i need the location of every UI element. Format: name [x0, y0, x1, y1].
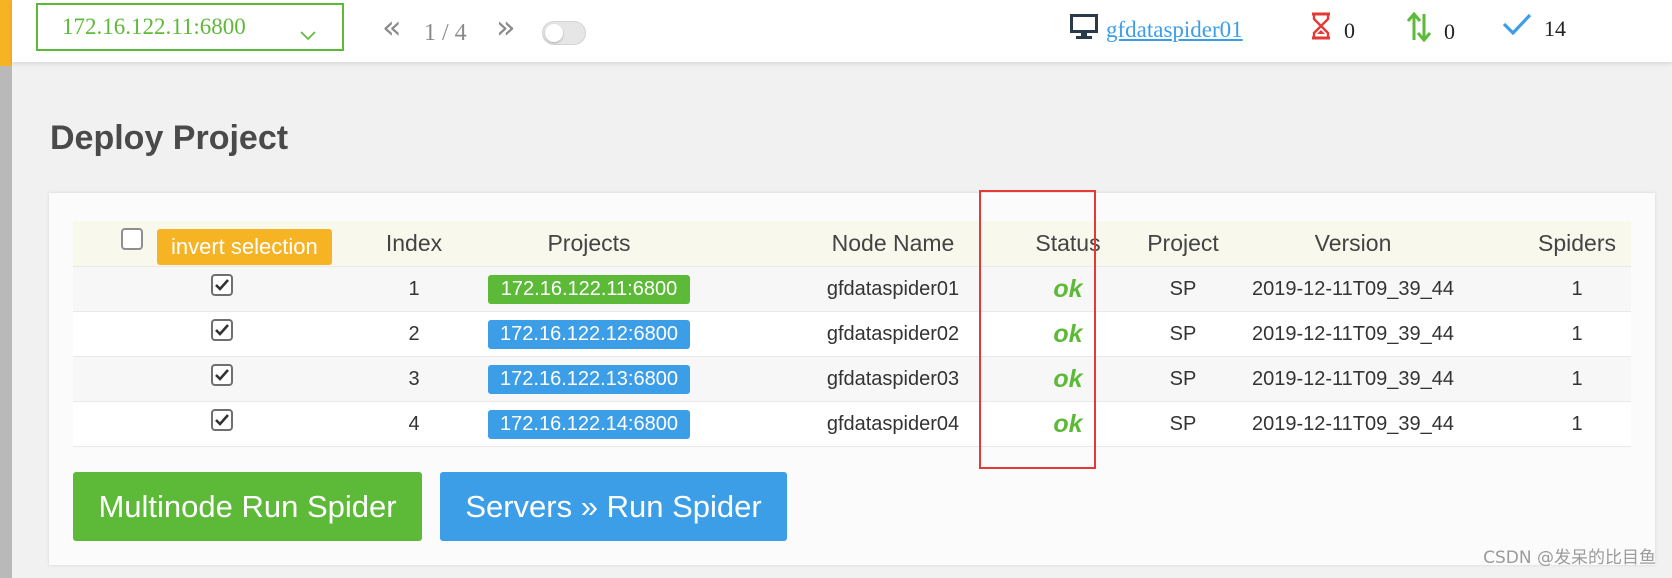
hostname-text: gfdataspider01 [1106, 17, 1243, 42]
auto-refresh-toggle[interactable] [542, 21, 586, 45]
row-version: 2019-12-11T09_39_44 [1251, 277, 1455, 300]
row-node-name: gfdataspider03 [826, 367, 960, 390]
node-select-dropdown[interactable]: 172.16.122.11:6800 [36, 3, 344, 51]
checkmark-icon [215, 279, 229, 291]
finished-count: 14 [1502, 12, 1566, 42]
status-ok: ok [1053, 274, 1083, 303]
select-all-checkbox[interactable] [121, 227, 143, 250]
checkmark-icon [215, 369, 229, 381]
invert-selection-button[interactable]: invert selection [157, 229, 332, 265]
pending-count-value: 0 [1344, 18, 1355, 43]
deploy-table: invert selection Index Projects Node Nam… [73, 221, 1631, 447]
checkmark-icon [215, 324, 229, 336]
header-node-name: Node Name [831, 230, 955, 256]
row-server-cell: 172.16.122.11:6800 [479, 267, 699, 311]
row-status-cell: ok [1013, 402, 1123, 446]
row-index: 2 [408, 322, 420, 345]
row-project: SP [1169, 412, 1197, 435]
row-node-name: gfdataspider02 [826, 322, 960, 345]
header-spiders: Spiders [1538, 230, 1616, 256]
checkmark-icon [215, 414, 229, 426]
row-server-cell: 172.16.122.13:6800 [479, 357, 699, 401]
row-version: 2019-12-11T09_39_44 [1251, 322, 1455, 345]
status-ok: ok [1053, 319, 1083, 348]
row-index: 1 [408, 277, 420, 300]
hostname-link[interactable]: gfdataspider01 [1070, 14, 1243, 46]
pager-text: 1 / 4 [424, 20, 467, 46]
table-row: 2 172.16.122.12:6800 gfdataspider02 ok S… [73, 312, 1631, 357]
running-count-value: 0 [1444, 19, 1455, 44]
table-header-row: invert selection Index Projects Node Nam… [73, 221, 1631, 267]
server-tag[interactable]: 172.16.122.11:6800 [488, 274, 690, 304]
server-tag[interactable]: 172.16.122.12:6800 [488, 319, 690, 349]
row-status-cell: ok [1013, 312, 1123, 356]
table-row: 1 172.16.122.11:6800 gfdataspider01 ok S… [73, 267, 1631, 312]
row-node-name: gfdataspider04 [826, 412, 960, 435]
row-checkbox[interactable] [211, 364, 233, 386]
page-title: Deploy Project [50, 119, 289, 157]
header-index: Index [385, 230, 443, 256]
pager-next-button[interactable]: » [496, 11, 516, 43]
servers-run-spider-button[interactable]: Servers » Run Spider [440, 472, 787, 541]
row-spiders: 1 [1571, 412, 1583, 435]
monitor-icon [1070, 14, 1098, 46]
server-tag[interactable]: 172.16.122.14:6800 [488, 409, 690, 439]
header-project: Project [1147, 230, 1219, 256]
left-edge-strip [0, 0, 12, 578]
row-version: 2019-12-11T09_39_44 [1251, 412, 1455, 435]
check-icon [1502, 12, 1532, 42]
top-bar: 172.16.122.11:6800 « 1 / 4 » gfdataspide… [12, 0, 1672, 62]
row-status-cell: ok [1013, 357, 1123, 401]
row-checkbox[interactable] [211, 274, 233, 296]
pager-prev-button[interactable]: « [382, 11, 402, 43]
table-row: 3 172.16.122.13:6800 gfdataspider03 ok S… [73, 357, 1631, 402]
row-index: 3 [408, 367, 420, 390]
chevron-down-icon [300, 21, 316, 47]
row-project: SP [1169, 277, 1197, 300]
row-spiders: 1 [1571, 322, 1583, 345]
hourglass-icon [1310, 12, 1332, 46]
row-project: SP [1169, 322, 1197, 345]
row-project: SP [1169, 367, 1197, 390]
multinode-run-spider-button[interactable]: Multinode Run Spider [73, 472, 422, 541]
table-row: 4 172.16.122.14:6800 gfdataspider04 ok S… [73, 402, 1631, 447]
header-version: Version [1314, 230, 1392, 256]
row-spiders: 1 [1571, 367, 1583, 390]
status-ok: ok [1053, 409, 1083, 438]
finished-count-value: 14 [1544, 16, 1566, 41]
status-ok: ok [1053, 364, 1083, 393]
row-index: 4 [408, 412, 420, 435]
toggle-knob [545, 24, 563, 42]
left-edge-accent [0, 0, 12, 66]
row-server-cell: 172.16.122.12:6800 [479, 312, 699, 356]
row-checkbox[interactable] [211, 319, 233, 341]
header-projects: Projects [547, 230, 631, 256]
row-node-name: gfdataspider01 [826, 277, 960, 300]
row-version: 2019-12-11T09_39_44 [1251, 367, 1455, 390]
watermark: CSDN @发呆的比目鱼 [1483, 548, 1656, 568]
server-tag[interactable]: 172.16.122.13:6800 [488, 364, 690, 394]
row-checkbox[interactable] [211, 409, 233, 431]
pending-count: 0 [1310, 12, 1355, 46]
row-server-cell: 172.16.122.14:6800 [479, 402, 699, 446]
sort-arrows-icon [1406, 11, 1432, 48]
running-count: 0 [1406, 11, 1455, 48]
node-select-value: 172.16.122.11:6800 [62, 14, 246, 39]
row-status-cell: ok [1013, 267, 1123, 311]
row-spiders: 1 [1571, 277, 1583, 300]
header-status: Status [1035, 230, 1101, 256]
